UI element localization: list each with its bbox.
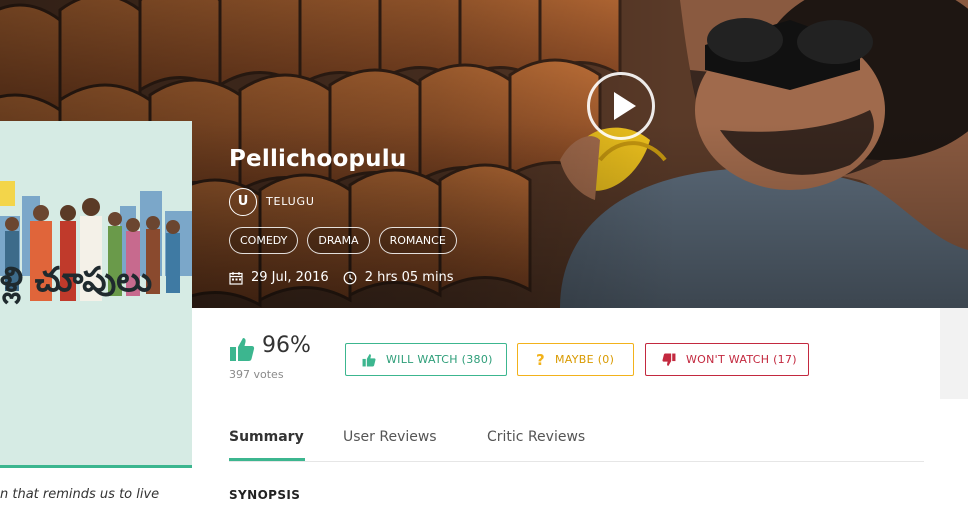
active-tab-indicator <box>229 458 305 461</box>
clock-icon <box>343 271 357 284</box>
maybe-button[interactable]: ? MAYBE (0) <box>517 343 634 376</box>
poster-title-art: ళ్లి చూపులు <box>0 260 152 305</box>
tab-summary[interactable]: Summary <box>229 429 304 445</box>
certificate-badge: U <box>229 188 257 216</box>
runtime: 2 hrs 05 mins <box>364 270 454 285</box>
wont-watch-button[interactable]: WON'T WATCH (17) <box>645 343 809 376</box>
maybe-label: MAYBE (0) <box>555 353 615 366</box>
movie-poster[interactable]: ళ్లి చూపులు <box>0 121 192 466</box>
tab-critic-reviews[interactable]: Critic Reviews <box>487 429 585 445</box>
genre-tag-drama[interactable]: DRAMA <box>307 227 370 254</box>
play-trailer-button[interactable] <box>587 72 655 140</box>
side-panel-edge <box>940 308 968 399</box>
play-icon <box>614 92 636 120</box>
genre-tag-comedy[interactable]: COMEDY <box>229 227 299 254</box>
will-watch-label: WILL WATCH (380) <box>386 353 493 366</box>
release-date: 29 Jul, 2016 <box>251 270 329 285</box>
movie-title: Pellichoopulu <box>229 146 407 172</box>
thumbs-up-icon <box>230 338 255 361</box>
rating-votes: 397 votes <box>229 368 284 381</box>
will-watch-button[interactable]: WILL WATCH (380) <box>345 343 507 376</box>
poster-accent-bar <box>0 465 192 468</box>
release-meta: 29 Jul, 2016 2 hrs 05 mins <box>229 270 454 285</box>
tab-user-reviews[interactable]: User Reviews <box>343 429 437 445</box>
genre-tag-romance[interactable]: ROMANCE <box>378 227 457 254</box>
language-label: TELUGU <box>266 195 315 208</box>
question-icon: ? <box>536 350 546 369</box>
review-tabs: Summary User Reviews Critic Reviews <box>229 424 924 462</box>
poster-artwork: ళ్లి చూపులు <box>0 121 192 466</box>
tagline-text: n that reminds us to live <box>0 487 160 502</box>
wont-watch-label: WON'T WATCH (17) <box>686 353 797 366</box>
thumbs-down-icon <box>662 353 676 366</box>
rating-percent: 96% <box>262 333 311 358</box>
calendar-icon <box>229 271 243 285</box>
thumbs-up-icon <box>362 353 376 366</box>
genre-tags: COMEDY DRAMA ROMANCE <box>229 227 457 254</box>
synopsis-heading: SYNOPSIS <box>229 488 301 502</box>
